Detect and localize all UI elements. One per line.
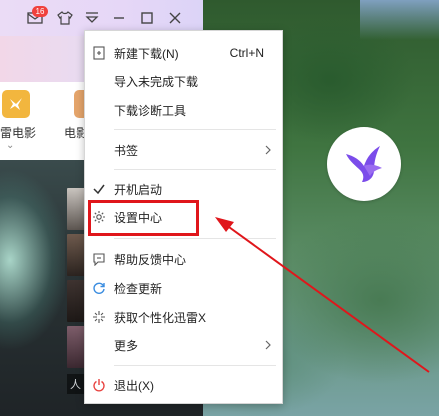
refresh-icon xyxy=(91,280,107,296)
thumbnail-caption: 人 xyxy=(67,374,84,394)
preview-image xyxy=(0,170,65,410)
new-download-icon xyxy=(91,45,107,61)
menu-item-personalize[interactable]: 获取个性化迅雷X xyxy=(85,303,282,331)
menu-label: 更多 xyxy=(114,338,139,353)
notification-badge: 16 xyxy=(32,6,48,17)
thunder-movie-icon[interactable] xyxy=(2,90,30,118)
sky-patch xyxy=(360,0,439,40)
nav-label-thunder-movie[interactable]: 雷电影 xyxy=(0,124,36,141)
menu-item-exit[interactable]: 退出(X) xyxy=(85,371,282,399)
thumbnail[interactable] xyxy=(67,326,85,368)
menu-dropdown-icon[interactable] xyxy=(83,9,101,27)
thumbnail[interactable] xyxy=(67,280,85,322)
menu-item-startup[interactable]: 开机启动 xyxy=(85,175,282,203)
menu-label: 开机启动 xyxy=(114,182,163,197)
menu-item-check-update[interactable]: 检查更新 xyxy=(85,274,282,302)
menu-separator xyxy=(114,169,276,170)
menu-label: 导入未完成下载 xyxy=(114,74,199,89)
menu-separator xyxy=(114,238,276,239)
menu-separator xyxy=(114,365,276,366)
menu-item-import-unfinished[interactable]: 导入未完成下载 xyxy=(85,67,282,95)
maximize-icon[interactable] xyxy=(138,9,156,27)
chevron-down-icon[interactable]: ⌄ xyxy=(6,140,14,151)
menu-label: 新建下载(N) xyxy=(114,46,179,61)
xunlei-logo-icon[interactable] xyxy=(327,127,401,201)
menu-item-more[interactable]: 更多 xyxy=(85,331,282,359)
chevron-right-icon xyxy=(265,145,271,155)
menu-label: 书签 xyxy=(114,143,139,158)
menu-label: 退出(X) xyxy=(114,378,154,393)
thumbnail[interactable] xyxy=(67,234,85,276)
power-icon xyxy=(91,377,107,393)
menu-item-bookmarks[interactable]: 书签 xyxy=(85,136,282,164)
sparkle-icon xyxy=(91,309,107,325)
close-icon[interactable] xyxy=(166,9,184,27)
skin-shirt-icon[interactable] xyxy=(56,9,74,27)
menu-item-new-download[interactable]: 新建下载(N) Ctrl+N xyxy=(85,39,282,67)
thumbnail[interactable] xyxy=(67,188,85,230)
menu-label: 获取个性化迅雷X xyxy=(114,310,207,325)
menu-item-help-feedback[interactable]: 帮助反馈中心 xyxy=(85,245,282,273)
menu-shortcut: Ctrl+N xyxy=(229,46,264,60)
menu-label: 检查更新 xyxy=(114,281,163,296)
annotation-highlight-box xyxy=(88,200,199,236)
menu-separator xyxy=(114,129,276,130)
minimize-icon[interactable] xyxy=(110,9,128,27)
menu-item-download-diagnostics[interactable]: 下载诊断工具 xyxy=(85,96,282,124)
checkmark-icon xyxy=(91,181,107,197)
chevron-right-icon xyxy=(265,340,271,350)
menu-label: 帮助反馈中心 xyxy=(114,252,187,267)
menu-label: 下载诊断工具 xyxy=(114,103,187,118)
help-feedback-icon xyxy=(91,251,107,267)
